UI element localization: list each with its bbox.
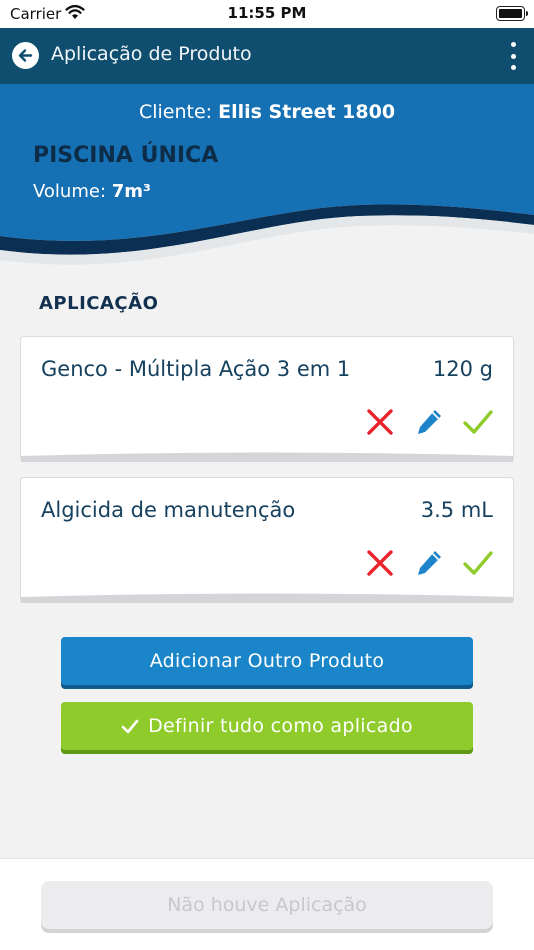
product-quantity: 3.5 mL <box>420 498 493 522</box>
battery-icon <box>496 6 528 21</box>
check-icon <box>463 551 493 575</box>
add-product-button[interactable]: Adicionar Outro Produto <box>61 637 473 685</box>
pool-header: Cliente: Ellis Street 1800 PISCINA ÚNICA… <box>0 84 534 274</box>
no-application-button[interactable]: Não houve Aplicação <box>41 881 493 929</box>
footer: Não houve Aplicação <box>0 858 534 950</box>
delete-product-button[interactable] <box>363 546 397 580</box>
close-icon <box>367 409 393 435</box>
pool-name: PISCINA ÚNICA <box>33 143 219 168</box>
close-icon <box>367 550 393 576</box>
pencil-icon <box>418 551 441 575</box>
no-application-label: Não houve Aplicação <box>167 894 367 916</box>
product-quantity: 120 g <box>432 357 493 381</box>
set-all-applied-button[interactable]: Definir tudo como aplicado <box>61 702 473 750</box>
product-name: Genco - Múltipla Ação 3 em 1 <box>41 357 351 381</box>
confirm-product-button[interactable] <box>461 546 495 580</box>
more-vertical-icon[interactable] <box>508 42 518 70</box>
arrow-left-icon <box>18 49 33 62</box>
edit-product-button[interactable] <box>412 546 446 580</box>
client-label: Cliente: <box>138 101 213 123</box>
product-card: Algicida de manutenção 3.5 mL <box>20 477 514 603</box>
delete-product-button[interactable] <box>363 405 397 439</box>
add-product-label: Adicionar Outro Produto <box>149 650 385 672</box>
app-bar: Aplicação de Produto <box>0 28 534 84</box>
edit-product-button[interactable] <box>412 405 446 439</box>
back-button[interactable] <box>12 42 39 69</box>
product-card: Genco - Múltipla Ação 3 em 1 120 g <box>20 336 514 462</box>
status-time: 11:55 PM <box>227 4 307 22</box>
client-name: Ellis Street 1800 <box>218 101 396 123</box>
status-bar: Carrier 11:55 PM <box>0 0 534 28</box>
check-icon <box>121 719 139 733</box>
pencil-icon <box>418 410 441 434</box>
volume-label: Volume: <box>33 181 107 202</box>
confirm-product-button[interactable] <box>461 405 495 439</box>
set-all-applied-label: Definir tudo como aplicado <box>148 715 413 737</box>
product-name: Algicida de manutenção <box>41 498 296 522</box>
volume-line: Volume: 7m³ <box>33 181 151 202</box>
section-title: APLICAÇÃO <box>39 293 159 314</box>
check-icon <box>463 410 493 434</box>
page-title: Aplicação de Produto <box>51 43 252 65</box>
client-line: Cliente: Ellis Street 1800 <box>0 101 534 123</box>
volume-value: 7m³ <box>111 181 151 202</box>
